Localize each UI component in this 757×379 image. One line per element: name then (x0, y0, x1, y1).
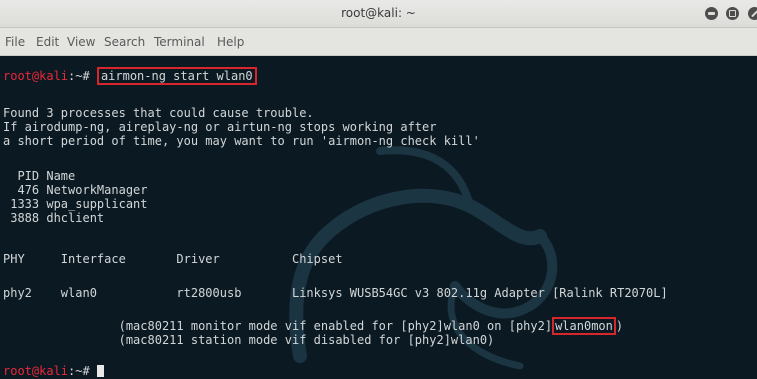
warning-line: If airodump-ng, aireplay-ng or airtun-ng… (3, 120, 437, 134)
menu-terminal[interactable]: Terminal (154, 35, 205, 49)
minimize-icon[interactable] (705, 7, 718, 20)
highlighted-command: airmon-ng start wlan0 (96, 67, 257, 85)
monitor-prefix: (mac80211 monitor mode vif enabled for [… (3, 319, 553, 333)
prompt-user: root@kali (3, 69, 69, 83)
menu-help[interactable]: Help (217, 35, 244, 49)
prompt-path: :~# (68, 69, 97, 83)
menu-bar: File Edit View Search Terminal Help (0, 28, 757, 56)
warning-line: Found 3 processes that could cause troub… (3, 106, 314, 120)
highlighted-monitor-interface: wlan0mon (552, 317, 616, 335)
menu-file[interactable]: File (5, 35, 25, 49)
menu-search[interactable]: Search (104, 35, 145, 49)
interface-row: phy2 wlan0 rt2800usb Linksys WUSB54GC v3… (3, 286, 668, 300)
prompt-user: root@kali (3, 364, 69, 378)
station-mode-line: (mac80211 station mode vif disabled for … (3, 333, 495, 347)
terminal-window: root@kali: ~ File Edit View Search Termi… (0, 0, 757, 379)
monitor-suffix: ) (615, 319, 624, 333)
final-prompt-line[interactable]: root@kali:~# (3, 364, 104, 378)
process-row: 1333 wpa_supplicant (3, 197, 148, 211)
process-row: 476 NetworkManager (3, 183, 148, 197)
title-bar[interactable]: root@kali: ~ (0, 0, 757, 28)
menu-edit[interactable]: Edit (36, 35, 59, 49)
process-row: 3888 dhclient (3, 211, 105, 225)
command-line: root@kali:~# airmon-ng start wlan0 (3, 67, 257, 85)
maximize-icon[interactable] (726, 7, 739, 20)
window-title: root@kali: ~ (341, 6, 416, 20)
warning-line: a short period of time, you may want to … (3, 134, 480, 148)
menu-view[interactable]: View (67, 35, 95, 49)
interface-header: PHY Interface Driver Chipset (3, 252, 343, 266)
prompt-path: :~# (68, 364, 97, 378)
close-icon[interactable] (748, 7, 757, 20)
monitor-mode-line: (mac80211 monitor mode vif enabled for [… (3, 317, 624, 335)
terminal-output[interactable]: root@kali:~# airmon-ng start wlan0 Found… (0, 56, 757, 379)
text-cursor (96, 365, 104, 377)
process-header: PID Name (3, 169, 76, 183)
